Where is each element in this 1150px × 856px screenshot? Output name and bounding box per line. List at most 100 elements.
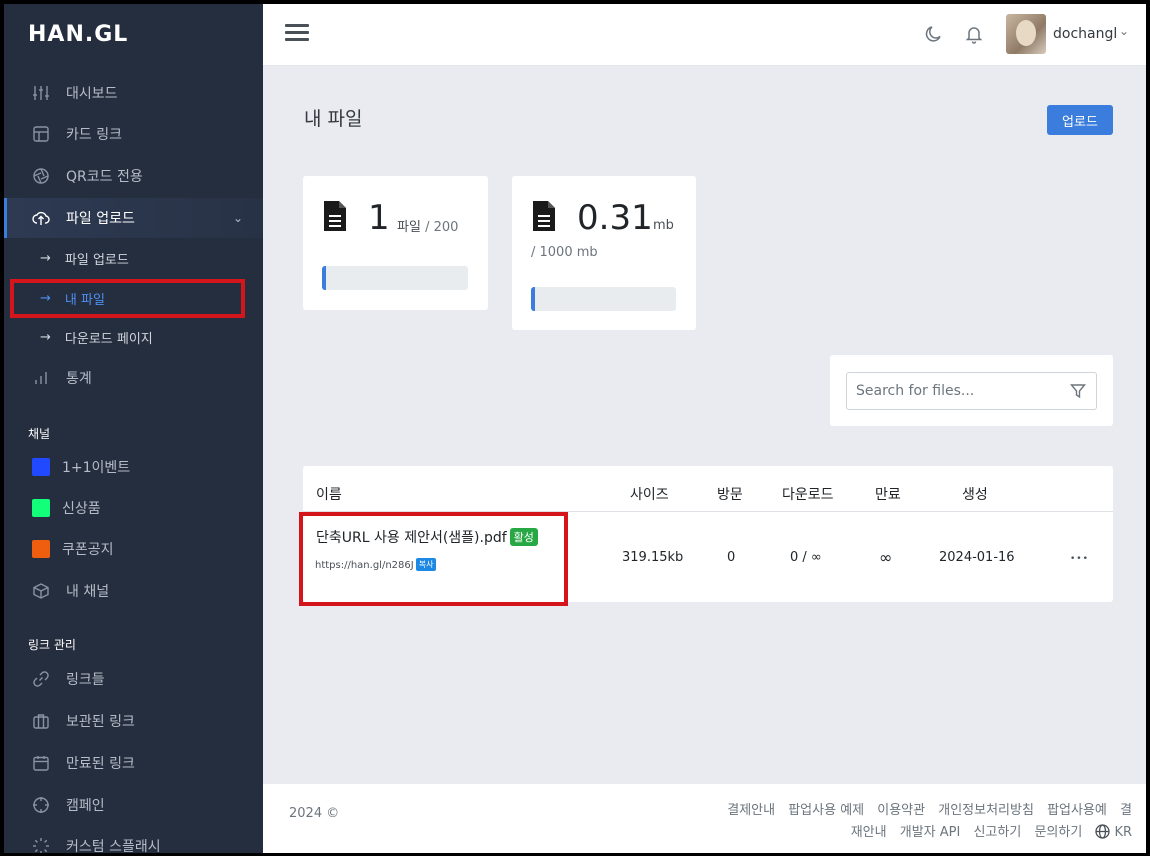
column-header-created[interactable]: 생성 bbox=[962, 484, 988, 504]
files-count-card: 1 파일 / 200 bbox=[303, 176, 488, 310]
sidebar: HAN.GL 대시보드 카드 링크 QR코드 전용 파일 업로드 ⌄ → 파일 … bbox=[4, 4, 263, 853]
bar-chart-icon bbox=[32, 369, 50, 387]
sidebar-item-campaign[interactable]: 캠페인 bbox=[4, 785, 263, 825]
file-expiry: ∞ bbox=[879, 548, 893, 567]
username[interactable]: dochangl bbox=[1053, 26, 1117, 42]
storage-progress-bar bbox=[531, 287, 676, 311]
sidebar-item-label: 카드 링크 bbox=[66, 127, 122, 143]
sidebar-item-label: 캠페인 bbox=[66, 798, 105, 814]
files-progress-bar bbox=[322, 266, 468, 290]
calendar-icon bbox=[32, 754, 50, 772]
storage-usage-card: 0.31 mb / 1000 mb bbox=[512, 176, 696, 330]
footer-link[interactable]: 팝업사용예 bbox=[1047, 803, 1107, 818]
files-count-value: 1 bbox=[368, 198, 390, 238]
file-visits: 0 bbox=[727, 550, 736, 565]
highlight-box-file bbox=[299, 512, 568, 606]
file-downloads: 0 / ∞ bbox=[790, 550, 822, 565]
footer-link[interactable]: 팝업사용 예제 bbox=[788, 803, 864, 818]
arrow-right-icon: → bbox=[40, 329, 51, 345]
globe-icon[interactable] bbox=[1095, 824, 1111, 839]
file-created: 2024-01-16 bbox=[939, 550, 1015, 565]
channel-color-swatch bbox=[32, 540, 50, 558]
upload-button[interactable]: 업로드 bbox=[1047, 105, 1113, 135]
footer-link[interactable]: 문의하기 bbox=[1034, 825, 1082, 840]
sidebar-item-file-upload[interactable]: 파일 업로드 ⌄ bbox=[4, 198, 263, 238]
sidebar-item-label: 대시보드 bbox=[66, 86, 118, 102]
storage-usage-limit: / 1000 mb bbox=[531, 245, 598, 260]
copyright: 2024 © bbox=[289, 806, 340, 821]
channel-color-swatch bbox=[32, 458, 50, 476]
sidebar-item-qr[interactable]: QR코드 전용 bbox=[4, 156, 263, 196]
channel-item[interactable]: 1+1이벤트 bbox=[4, 447, 263, 487]
sidebar-subitem-file-upload[interactable]: → 파일 업로드 bbox=[4, 241, 263, 275]
channel-label: 쿠폰공지 bbox=[62, 542, 114, 558]
search-input[interactable] bbox=[846, 372, 1097, 410]
briefcase-icon bbox=[32, 712, 50, 730]
sidebar-item-label: 보관된 링크 bbox=[66, 714, 135, 730]
footer-links: 결제안내 팝업사용 예제 이용약관 개인정보처리방침 팝업사용예 결재안내 개발… bbox=[712, 800, 1132, 844]
sidebar-item-label: 파일 업로드 bbox=[66, 211, 135, 227]
footer-link[interactable]: 개인정보처리방침 bbox=[938, 803, 1034, 818]
filter-icon[interactable] bbox=[1070, 383, 1086, 399]
sidebar-item-label: 내 채널 bbox=[66, 584, 110, 600]
highlight-box-sidebar bbox=[10, 279, 245, 318]
column-header-size[interactable]: 사이즈 bbox=[630, 484, 669, 504]
menu-toggle-icon[interactable] bbox=[285, 24, 309, 42]
section-title-channels: 채널 bbox=[28, 427, 51, 441]
section-title-link-management: 링크 관리 bbox=[28, 638, 76, 652]
footer: 2024 © 결제안내 팝업사용 예제 이용약관 개인정보처리방침 팝업사용예 … bbox=[263, 784, 1146, 853]
sidebar-item-dashboard[interactable]: 대시보드 bbox=[4, 73, 263, 113]
chevron-down-icon[interactable]: ⌄ bbox=[1119, 24, 1129, 38]
sidebar-subitem-label: 다운로드 페이지 bbox=[64, 331, 153, 347]
footer-link[interactable]: 신고하기 bbox=[973, 825, 1021, 840]
column-header-name[interactable]: 이름 bbox=[316, 484, 342, 504]
footer-link[interactable]: 결제안내 bbox=[727, 803, 775, 818]
sidebar-item-archived-links[interactable]: 보관된 링크 bbox=[4, 701, 263, 741]
footer-link[interactable]: 이용약관 bbox=[877, 803, 925, 818]
footer-link[interactable]: 개발자 API bbox=[900, 825, 961, 840]
brand-logo[interactable]: HAN.GL bbox=[28, 22, 128, 47]
file-icon bbox=[324, 201, 346, 231]
files-count-unit: 파일 / 200 bbox=[397, 220, 459, 235]
aperture-icon bbox=[32, 167, 50, 185]
upload-cloud-icon bbox=[32, 209, 50, 227]
link-icon bbox=[32, 670, 50, 688]
sidebar-item-card-link[interactable]: 카드 링크 bbox=[4, 114, 263, 154]
channel-label: 1+1이벤트 bbox=[62, 460, 131, 476]
avatar[interactable] bbox=[1006, 14, 1046, 54]
storage-progress-fill bbox=[531, 287, 535, 311]
file-size: 319.15kb bbox=[622, 550, 684, 565]
moon-icon[interactable] bbox=[924, 24, 944, 44]
loader-icon bbox=[32, 837, 50, 853]
app-frame: HAN.GL 대시보드 카드 링크 QR코드 전용 파일 업로드 ⌄ → 파일 … bbox=[4, 4, 1146, 853]
search-card bbox=[830, 355, 1113, 426]
box-icon bbox=[32, 582, 50, 600]
sidebar-subitem-label: 파일 업로드 bbox=[64, 252, 129, 268]
sidebar-item-links[interactable]: 링크들 bbox=[4, 659, 263, 699]
column-header-expiry[interactable]: 만료 bbox=[875, 484, 901, 504]
sidebar-item-label: 링크들 bbox=[66, 672, 105, 688]
sidebar-item-custom-splash[interactable]: 커스텀 스플래시 bbox=[4, 826, 263, 853]
files-progress-fill bbox=[322, 266, 326, 290]
sidebar-subitem-download-page[interactable]: → 다운로드 페이지 bbox=[4, 320, 263, 354]
language-selector[interactable]: KR bbox=[1114, 825, 1132, 840]
sliders-icon bbox=[32, 84, 50, 102]
sidebar-item-my-channel[interactable]: 내 채널 bbox=[4, 571, 263, 611]
column-header-downloads[interactable]: 다운로드 bbox=[782, 484, 834, 504]
file-icon bbox=[533, 201, 555, 231]
bell-icon[interactable] bbox=[964, 24, 984, 44]
sidebar-item-label: 만료된 링크 bbox=[66, 756, 135, 772]
sidebar-item-stats[interactable]: 통계 bbox=[4, 358, 263, 398]
chevron-down-icon: ⌄ bbox=[232, 211, 243, 225]
sidebar-item-label: 통계 bbox=[66, 371, 92, 387]
storage-usage-unit: mb bbox=[653, 218, 674, 233]
more-options-icon[interactable]: ••• bbox=[1070, 554, 1089, 564]
layout-icon bbox=[32, 125, 50, 143]
column-header-visits[interactable]: 방문 bbox=[717, 484, 743, 504]
channel-item[interactable]: 신상품 bbox=[4, 488, 263, 528]
page-title: 내 파일 bbox=[304, 108, 363, 130]
topbar: dochangl ⌄ bbox=[263, 4, 1146, 66]
sidebar-item-expired-links[interactable]: 만료된 링크 bbox=[4, 743, 263, 783]
channel-color-swatch bbox=[32, 499, 50, 517]
channel-item[interactable]: 쿠폰공지 bbox=[4, 529, 263, 569]
